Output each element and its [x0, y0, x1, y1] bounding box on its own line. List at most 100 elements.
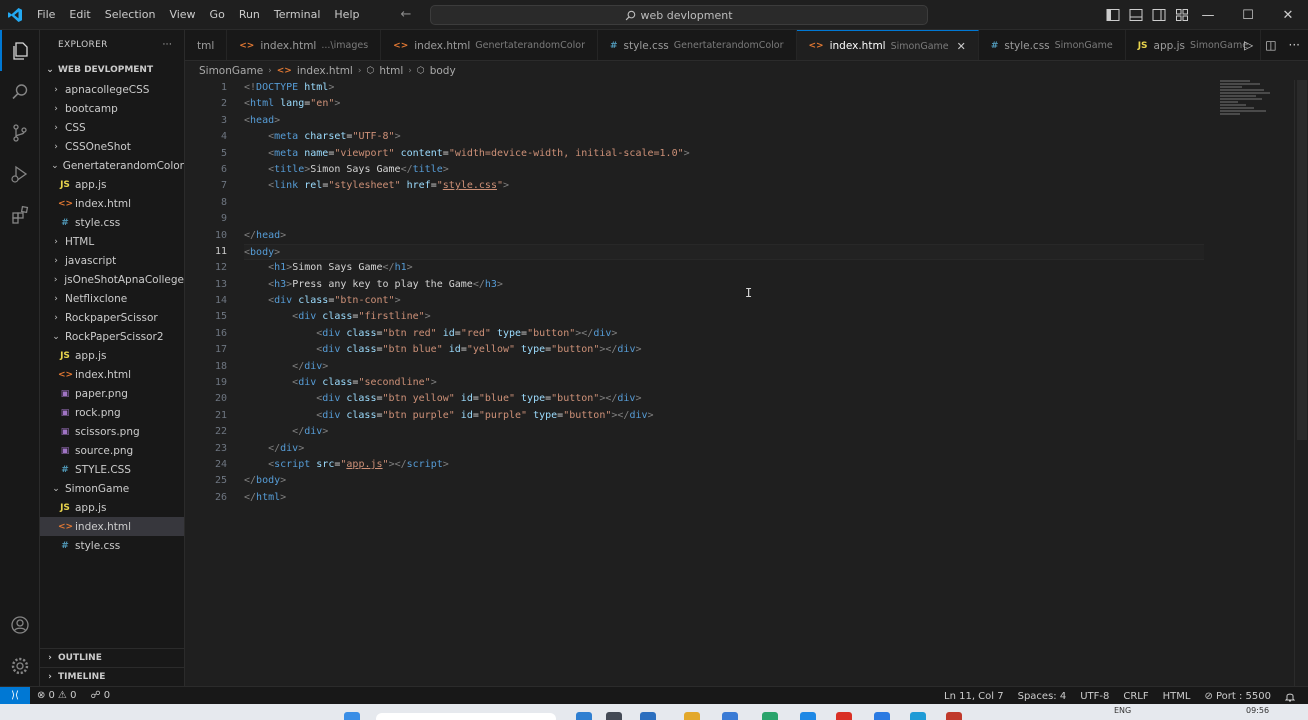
command-center-search[interactable]: web devlopment: [430, 5, 928, 25]
taskbar-app-icon[interactable]: [576, 712, 592, 720]
tree-file[interactable]: # STYLE.CSS: [40, 460, 184, 479]
taskbar-app-icon[interactable]: [684, 712, 700, 720]
menu-item-selection[interactable]: Selection: [98, 0, 163, 30]
indentation[interactable]: Spaces: 4: [1011, 691, 1074, 702]
tree-file[interactable]: # style.css: [40, 213, 184, 232]
tree-file[interactable]: <> index.html: [40, 365, 184, 384]
close-tab-icon[interactable]: ✕: [957, 40, 966, 53]
ports-indicator[interactable]: ☍ 0: [83, 690, 117, 701]
workspace-root-folder[interactable]: ⌄ WEB DEVLOPMENT: [40, 60, 184, 80]
input-language[interactable]: ENG: [1114, 706, 1131, 715]
code-line[interactable]: </html>: [244, 490, 1204, 506]
taskbar-search[interactable]: [376, 713, 556, 720]
language-mode[interactable]: HTML: [1156, 691, 1198, 702]
menu-item-edit[interactable]: Edit: [62, 0, 97, 30]
code-line[interactable]: </div>: [244, 359, 1204, 375]
close-window-icon[interactable]: ✕: [1268, 0, 1308, 30]
code-line[interactable]: [244, 211, 1204, 227]
code-line[interactable]: </body>: [244, 473, 1204, 489]
code-line[interactable]: </head>: [244, 228, 1204, 244]
scrollbar-thumb[interactable]: [1297, 80, 1307, 440]
code-line[interactable]: <div class="firstline">: [244, 309, 1204, 325]
code-line[interactable]: </div>: [244, 441, 1204, 457]
tree-file[interactable]: <> index.html: [40, 517, 184, 536]
menu-item-view[interactable]: View: [162, 0, 202, 30]
tree-folder[interactable]: › HTML: [40, 232, 184, 251]
tree-folder[interactable]: ⌄ RockPaperScissor2: [40, 327, 184, 346]
tree-folder[interactable]: ⌄ SimonGame: [40, 479, 184, 498]
code-line[interactable]: <meta charset="UTF-8">: [244, 129, 1204, 145]
menu-item-terminal[interactable]: Terminal: [267, 0, 328, 30]
tree-file[interactable]: ▣ rock.png: [40, 403, 184, 422]
tree-folder[interactable]: ⌄ GenertaterandomColor: [40, 156, 184, 175]
run-debug-icon[interactable]: [0, 153, 40, 194]
taskbar-app-icon[interactable]: [606, 712, 622, 720]
code-line[interactable]: <!DOCTYPE html>: [244, 80, 1204, 96]
back-arrow-icon[interactable]: ←: [400, 7, 411, 22]
clock-time[interactable]: 09:56: [1246, 706, 1269, 715]
extensions-icon[interactable]: [0, 194, 40, 235]
taskbar-app-icon[interactable]: [800, 712, 816, 720]
code-line[interactable]: <head>: [244, 113, 1204, 129]
tab-index-html[interactable]: <> index.html SimonGame ✕: [796, 30, 979, 60]
outline-section[interactable]: › OUTLINE: [40, 648, 184, 667]
code-line[interactable]: [244, 195, 1204, 211]
code-line[interactable]: <html lang="en">: [244, 96, 1204, 112]
toggle-secondary-sidebar-icon[interactable]: [1152, 8, 1166, 22]
explorer-icon[interactable]: [0, 30, 40, 71]
live-server-port[interactable]: ⊘ Port : 5500: [1197, 691, 1278, 702]
customize-layout-icon[interactable]: [1175, 8, 1189, 22]
code-line[interactable]: <script src="app.js"></script>: [244, 457, 1204, 473]
file-encoding[interactable]: UTF-8: [1073, 691, 1116, 702]
menu-item-go[interactable]: Go: [203, 0, 232, 30]
code-line[interactable]: <title>Simon Says Game</title>: [244, 162, 1204, 178]
timeline-section[interactable]: › TIMELINE: [40, 667, 184, 686]
tab-style-css[interactable]: # style.css GenertaterandomColor: [598, 30, 797, 60]
search-view-icon[interactable]: [0, 71, 40, 112]
tree-file[interactable]: JS app.js: [40, 175, 184, 194]
taskbar-app-icon[interactable]: [640, 712, 656, 720]
breadcrumb-item[interactable]: body: [430, 65, 456, 77]
remote-indicator-icon[interactable]: ⟩⟨: [0, 686, 30, 705]
source-control-icon[interactable]: [0, 112, 40, 153]
menu-item-file[interactable]: File: [30, 0, 62, 30]
toggle-panel-icon[interactable]: [1129, 8, 1143, 22]
more-actions-icon[interactable]: ···: [1289, 38, 1300, 52]
menu-item-help[interactable]: Help: [327, 0, 366, 30]
accounts-icon[interactable]: [0, 604, 40, 645]
cursor-position[interactable]: Ln 11, Col 7: [937, 691, 1011, 702]
tree-folder[interactable]: › bootcamp: [40, 99, 184, 118]
tab-index-html[interactable]: <> index.html ...\images: [227, 30, 382, 60]
tree-folder[interactable]: › CSS: [40, 118, 184, 137]
taskbar-app-icon[interactable]: [910, 712, 926, 720]
maximize-icon[interactable]: ☐: [1228, 0, 1268, 30]
tree-folder[interactable]: › Netflixclone: [40, 289, 184, 308]
tree-folder[interactable]: › javascript: [40, 251, 184, 270]
tree-file[interactable]: <> index.html: [40, 194, 184, 213]
tree-file[interactable]: ▣ scissors.png: [40, 422, 184, 441]
breadcrumb-item[interactable]: index.html: [297, 65, 353, 77]
tree-file[interactable]: JS app.js: [40, 346, 184, 365]
code-area[interactable]: <!DOCTYPE html> <html lang="en"> <head> <m…: [244, 80, 1204, 506]
code-line[interactable]: <meta name="viewport" content="width=dev…: [244, 146, 1204, 162]
tree-file[interactable]: JS app.js: [40, 498, 184, 517]
vertical-scrollbar[interactable]: [1294, 80, 1308, 686]
tree-file[interactable]: ▣ source.png: [40, 441, 184, 460]
breadcrumb-item[interactable]: SimonGame: [199, 65, 263, 77]
code-line[interactable]: <h1>Simon Says Game</h1>: [244, 260, 1204, 276]
tab-index-html[interactable]: <> index.html GenertaterandomColor: [381, 30, 598, 60]
code-line[interactable]: <div class="btn yellow" id="blue" type="…: [244, 391, 1204, 407]
code-line[interactable]: <h3>Press any key to play the Game</h3>: [244, 277, 1204, 293]
code-line[interactable]: <div class="btn red" id="red" type="butt…: [244, 326, 1204, 342]
minimize-icon[interactable]: —: [1188, 0, 1228, 30]
run-file-icon[interactable]: ▷: [1244, 38, 1253, 52]
menu-item-run[interactable]: Run: [232, 0, 267, 30]
code-line[interactable]: <div class="btn blue" id="yellow" type="…: [244, 342, 1204, 358]
taskbar-app-icon[interactable]: [874, 712, 890, 720]
tree-folder[interactable]: › apnacollegeCSS: [40, 80, 184, 99]
tab-app-js[interactable]: JS app.js SimonGame: [1126, 30, 1262, 60]
breadcrumb-item[interactable]: html: [379, 65, 403, 77]
tab-style-css[interactable]: # style.css SimonGame: [979, 30, 1126, 60]
split-editor-icon[interactable]: ◫: [1265, 38, 1276, 52]
minimap[interactable]: [1220, 80, 1272, 120]
